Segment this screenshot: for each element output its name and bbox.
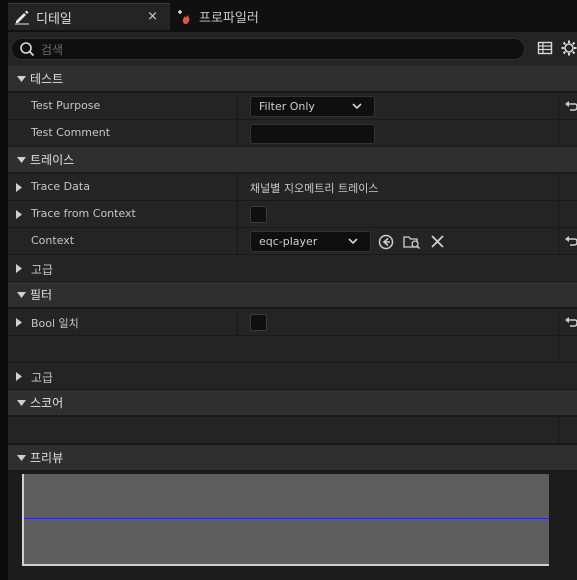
chevron-down-icon: [12, 156, 30, 163]
test-comment-input[interactable]: [250, 124, 375, 144]
empty-row: [8, 336, 577, 363]
test-purpose-value: Filter Only: [259, 100, 315, 113]
bool-match-label: Bool 일치: [31, 317, 79, 330]
empty-row: [8, 417, 577, 444]
tab-profiler[interactable]: 프로파일러: [171, 3, 321, 30]
category-score-label: 스코어: [30, 396, 64, 410]
category-filter[interactable]: 필터: [8, 282, 577, 308]
tab-profiler-label: 프로파일러: [199, 11, 259, 26]
row-test-comment: Test Comment: [8, 120, 577, 147]
row-trace-from-context: Trace from Context: [8, 201, 577, 228]
bool-match-checkbox[interactable]: [250, 314, 267, 331]
chevron-right-icon[interactable]: [16, 210, 22, 219]
row-bool-match: Bool 일치: [8, 309, 577, 336]
tab-details[interactable]: 디테일 ×: [8, 3, 170, 30]
clear-icon[interactable]: [431, 235, 444, 248]
category-trace[interactable]: 트레이스: [8, 147, 577, 173]
profiler-icon: [177, 9, 193, 25]
search-placeholder: 검색: [41, 42, 64, 57]
tab-bar: 디테일 × 프로파일러: [0, 0, 577, 580]
tab-details-label: 디테일: [36, 11, 72, 27]
category-filter-label: 필터: [30, 288, 53, 302]
browse-arrow-icon[interactable]: [378, 234, 394, 250]
preview-graph: [22, 474, 549, 566]
test-purpose-label: Test Purpose: [31, 99, 101, 112]
close-icon[interactable]: ×: [147, 9, 158, 24]
trace-data-value: 채널별 지오메트리 트레이스: [250, 182, 379, 195]
search-icon: [20, 42, 35, 57]
chevron-right-icon: [16, 372, 22, 381]
chevron-down-icon: [12, 454, 30, 461]
trace-from-context-label: Trace from Context: [31, 207, 136, 220]
advanced-label: 고급: [31, 263, 54, 277]
chevron-down-icon: [352, 103, 362, 110]
row-trace-data: Trace Data 채널별 지오메트리 트레이스: [8, 174, 577, 201]
row-test-purpose: Test Purpose Filter Only: [8, 93, 577, 120]
test-comment-label: Test Comment: [31, 126, 111, 139]
chevron-right-icon[interactable]: [16, 183, 22, 192]
search-input[interactable]: 검색: [11, 38, 525, 60]
chevron-down-icon: [12, 399, 30, 406]
category-preview-label: 프리뷰: [30, 451, 64, 465]
trace-from-context-checkbox[interactable]: [250, 206, 267, 223]
chevron-down-icon: [12, 291, 30, 298]
row-context: Context eqc-player: [8, 228, 577, 255]
reset-to-default-icon[interactable]: [564, 100, 577, 112]
chevron-down-icon: [12, 75, 30, 82]
category-test[interactable]: 테스트: [8, 66, 577, 92]
reset-to-default-icon[interactable]: [564, 235, 577, 247]
category-preview[interactable]: 프리뷰: [8, 445, 577, 471]
search-row: 검색: [8, 32, 577, 66]
folder-search-icon[interactable]: [403, 234, 421, 250]
settings-gear-icon[interactable]: [561, 40, 577, 56]
category-test-label: 테스트: [30, 72, 64, 86]
table-view-icon[interactable]: [537, 40, 553, 56]
pencil-icon: [14, 9, 30, 25]
context-value: eqc-player: [259, 235, 318, 248]
chevron-down-icon: [348, 238, 358, 245]
left-strip: [0, 0, 8, 580]
preview-curve: [24, 518, 549, 519]
row-advanced-trace[interactable]: 고급: [8, 255, 577, 282]
chevron-right-icon[interactable]: [16, 318, 22, 327]
row-advanced-filter[interactable]: 고급: [8, 363, 577, 390]
trace-data-label: Trace Data: [31, 180, 90, 193]
chevron-right-icon: [16, 264, 22, 273]
context-dropdown[interactable]: eqc-player: [250, 231, 371, 252]
test-purpose-dropdown[interactable]: Filter Only: [250, 96, 375, 117]
advanced-label: 고급: [31, 371, 54, 385]
reset-to-default-icon[interactable]: [564, 316, 577, 328]
category-score[interactable]: 스코어: [8, 390, 577, 416]
category-trace-label: 트레이스: [30, 153, 75, 167]
context-label: Context: [31, 234, 75, 247]
